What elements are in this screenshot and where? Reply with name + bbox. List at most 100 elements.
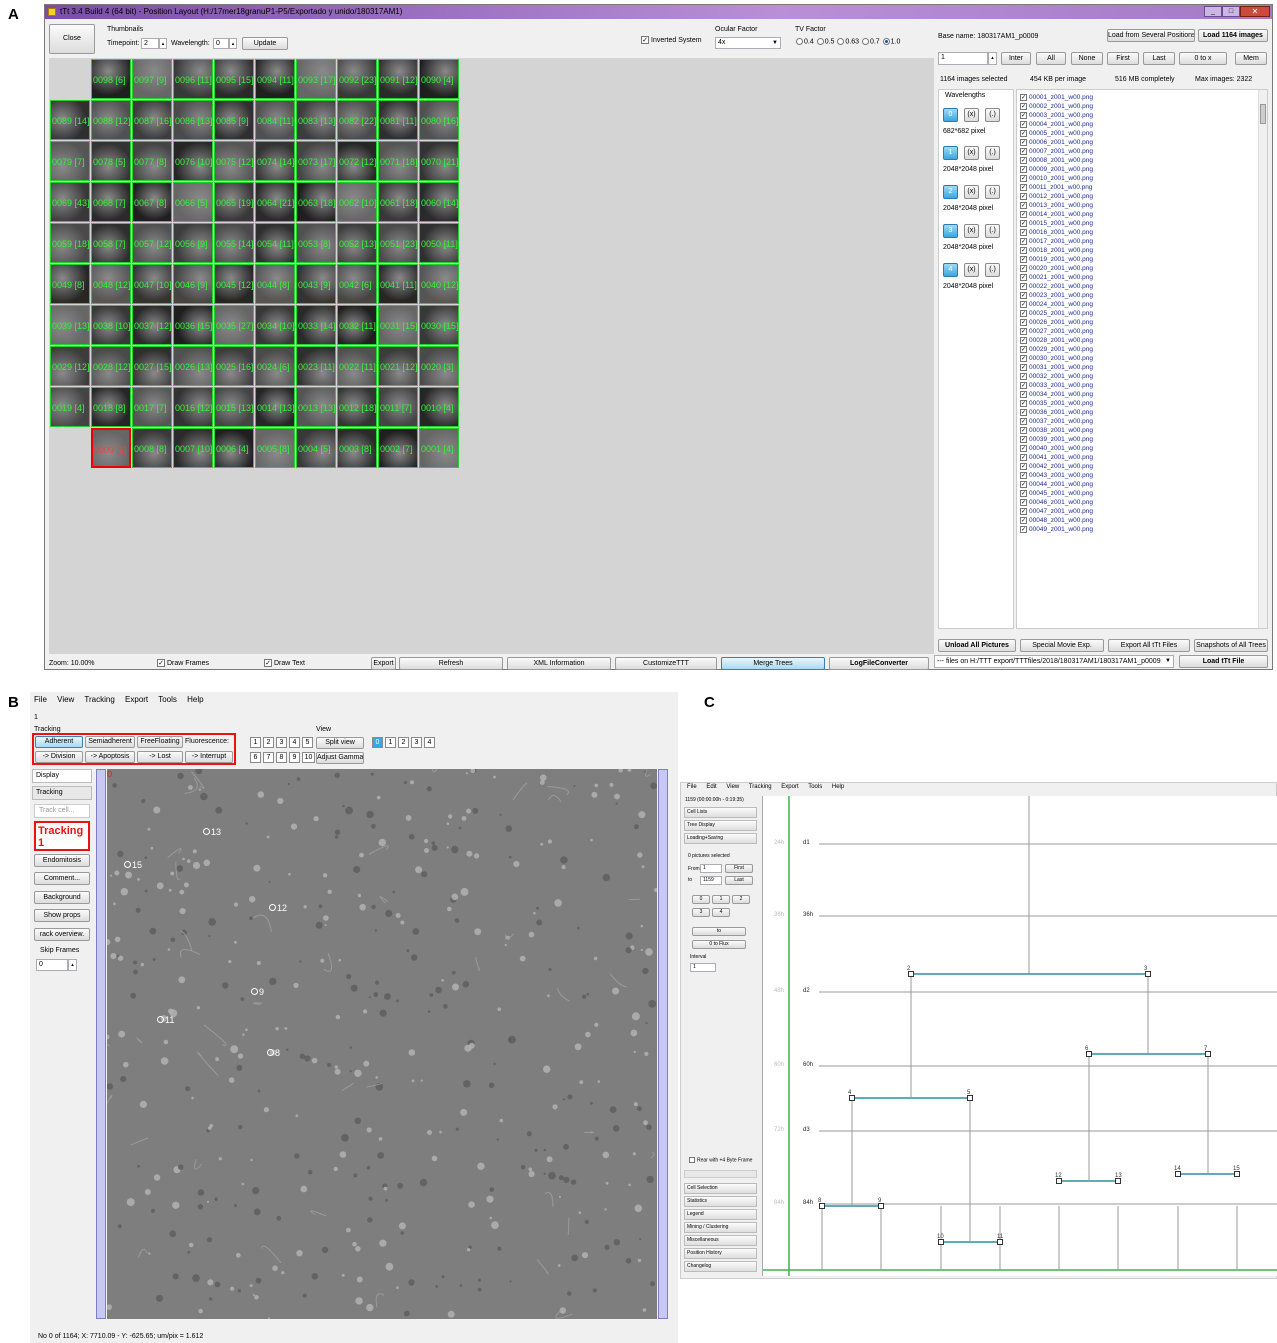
freefloating-button[interactable]: FreeFloating [137, 736, 183, 748]
file-row[interactable]: ✓ 00013_z001_w00.png [1020, 201, 1093, 210]
position-tile[interactable]: 0037 [12] [132, 305, 172, 345]
checkbox-icon[interactable]: ✓ [1020, 174, 1027, 182]
wl-1-button-c[interactable]: 1 [712, 895, 730, 904]
file-row[interactable]: ✓ 00037_z001_w00.png [1020, 417, 1093, 426]
checkbox-icon[interactable]: ✓ [1020, 192, 1027, 200]
position-tile[interactable]: 0005 [8] [255, 428, 295, 468]
checkbox-icon[interactable]: ✓ [1020, 435, 1027, 443]
wavelength-1-button[interactable]: 1 [943, 146, 958, 160]
loading-saving-button[interactable]: Loading+Saving [684, 833, 757, 844]
wavelength-0-x-button[interactable]: (x) [964, 108, 979, 122]
wavelength-4-dot-button[interactable]: (.) [985, 263, 1000, 277]
view-1-button[interactable]: 1 [385, 737, 396, 748]
position-tile[interactable]: 0053 [8] [296, 223, 336, 263]
customize-ttt-button[interactable]: CustomizeTTT [615, 657, 717, 670]
comment-button[interactable]: Comment... [34, 872, 90, 885]
position-tile[interactable]: 0069 [43] [50, 182, 90, 222]
from-input[interactable]: 1 [700, 864, 722, 873]
checkbox-icon[interactable]: ✓ [1020, 147, 1027, 155]
wavelength-1-dot-button[interactable]: (.) [985, 146, 1000, 160]
statistics-button[interactable]: Statistics [684, 1196, 757, 1207]
view-2-button[interactable]: 2 [398, 737, 409, 748]
checkbox-icon[interactable]: ✓ [1020, 201, 1027, 209]
file-row[interactable]: ✓ 00008_z001_w00.png [1020, 156, 1093, 165]
mining-clustering-button[interactable]: Mining / Clustering [684, 1222, 757, 1233]
timepoint-spinner-icon[interactable]: ▴ [159, 38, 167, 49]
file-row[interactable]: ✓ 00044_z001_w00.png [1020, 480, 1093, 489]
checkbox-icon[interactable]: ✓ [1020, 219, 1027, 227]
cell-15[interactable]: 15 [124, 860, 142, 870]
file-row[interactable]: ✓ 00039_z001_w00.png [1020, 435, 1093, 444]
draw-frames-checkbox[interactable]: ✓ Draw Frames [157, 659, 209, 667]
cell-node[interactable] [938, 1239, 944, 1245]
radio-icon[interactable] [796, 38, 803, 45]
fluorescence-8-button[interactable]: 8 [276, 752, 287, 763]
position-tile[interactable]: 0079 [7] [50, 141, 90, 181]
file-row[interactable]: ✓ 00042_z001_w00.png [1020, 462, 1093, 471]
wavelength-input[interactable]: 0 [213, 38, 229, 49]
file-row[interactable]: ✓ 00031_z001_w00.png [1020, 363, 1093, 372]
cell-node[interactable] [1234, 1171, 1240, 1177]
position-tile[interactable]: 0066 [5] [173, 182, 213, 222]
cell-11[interactable]: 11 [157, 1015, 174, 1025]
spinner-icon[interactable]: ▴ [988, 52, 997, 65]
position-tile[interactable]: 0078 [5] [91, 141, 131, 181]
position-tile[interactable]: 0085 [9] [214, 100, 254, 140]
position-tile[interactable]: 0020 [3] [419, 346, 459, 386]
position-tile[interactable]: 0090 [4] [419, 59, 459, 99]
position-tile[interactable]: 0091 [12] [378, 59, 418, 99]
left-scroll-strip[interactable] [96, 769, 106, 1319]
position-tile[interactable]: 0055 [14] [214, 223, 254, 263]
checkbox-icon[interactable]: ✓ [1020, 399, 1027, 407]
position-tile[interactable]: 0048 [12] [91, 264, 131, 304]
checkbox-icon[interactable]: ✓ [1020, 165, 1027, 173]
position-tile[interactable]: 0024 [6] [255, 346, 295, 386]
wavelength-2-dot-button[interactable]: (.) [985, 185, 1000, 199]
interrupt-button[interactable]: -> Interrupt [185, 751, 233, 763]
file-row[interactable]: ✓ 00033_z001_w00.png [1020, 381, 1093, 390]
radio-icon[interactable] [816, 38, 824, 45]
miscellaneous-button[interactable]: Miscellaneous [684, 1235, 757, 1246]
position-tile[interactable]: 0009 [9] [91, 428, 131, 468]
none-button[interactable]: None [1071, 52, 1103, 65]
position-tile[interactable]: 0019 [4] [50, 387, 90, 427]
position-tile[interactable]: 0067 [8] [132, 182, 172, 222]
view-0-button[interactable]: 0 [372, 737, 383, 748]
fluorescence-6-button[interactable]: 6 [250, 752, 261, 763]
files-location-select[interactable]: --- files on H:/TTT export/TTTfiles/2018… [934, 655, 1174, 668]
position-history-button[interactable]: Position History [684, 1248, 757, 1259]
checkbox-icon[interactable]: ✓ [1020, 156, 1027, 164]
file-row[interactable]: ✓ 00018_z001_w00.png [1020, 246, 1093, 255]
checkbox-icon[interactable]: ✓ [1020, 453, 1027, 461]
load-several-positions-button[interactable]: Load from Several Positions [1107, 29, 1195, 42]
snapshots-button[interactable]: Snapshots of All Trees [1194, 639, 1268, 652]
view-4-button[interactable]: 4 [424, 737, 435, 748]
position-tile[interactable]: 0063 [18] [296, 182, 336, 222]
file-row[interactable]: ✓ 00048_z001_w00.png [1020, 516, 1093, 525]
cell-node[interactable] [878, 1203, 884, 1209]
position-tile[interactable]: 0089 [14] [50, 100, 90, 140]
cell-node[interactable] [1205, 1051, 1211, 1057]
to-input[interactable]: 1159 [700, 876, 722, 885]
checkbox-icon[interactable]: ✓ [1020, 372, 1027, 380]
checkbox-icon[interactable]: ✓ [1020, 228, 1027, 236]
checkbox-icon[interactable]: ✓ [1020, 102, 1027, 110]
position-tile[interactable]: 0021 [12] [378, 346, 418, 386]
wavelength-3-x-button[interactable]: (x) [964, 224, 979, 238]
fluorescence-5-button[interactable]: 5 [302, 737, 313, 748]
position-tile[interactable]: 0013 [13] [296, 387, 336, 427]
wavelength-spinner-icon[interactable]: ▴ [229, 38, 237, 49]
position-tile[interactable]: 0051 [23] [378, 223, 418, 263]
file-row[interactable]: ✓ 00011_z001_w00.png [1020, 183, 1093, 192]
tree-display-button[interactable]: Tree Display [684, 820, 757, 831]
track-overview-button[interactable]: rack overview. [34, 928, 90, 941]
file-row[interactable]: ✓ 00027_z001_w00.png [1020, 327, 1093, 336]
checkbox-icon[interactable]: ✓ [1020, 354, 1027, 362]
fluorescence-4-button[interactable]: 4 [289, 737, 300, 748]
radio-icon[interactable] [837, 38, 845, 45]
checkbox-icon[interactable]: ✓ [1020, 138, 1027, 146]
cell-node[interactable] [1175, 1171, 1181, 1177]
position-tile[interactable]: 0092 [23] [337, 59, 377, 99]
radio-selected-icon[interactable] [882, 38, 890, 45]
right-scroll-strip[interactable] [658, 769, 668, 1319]
